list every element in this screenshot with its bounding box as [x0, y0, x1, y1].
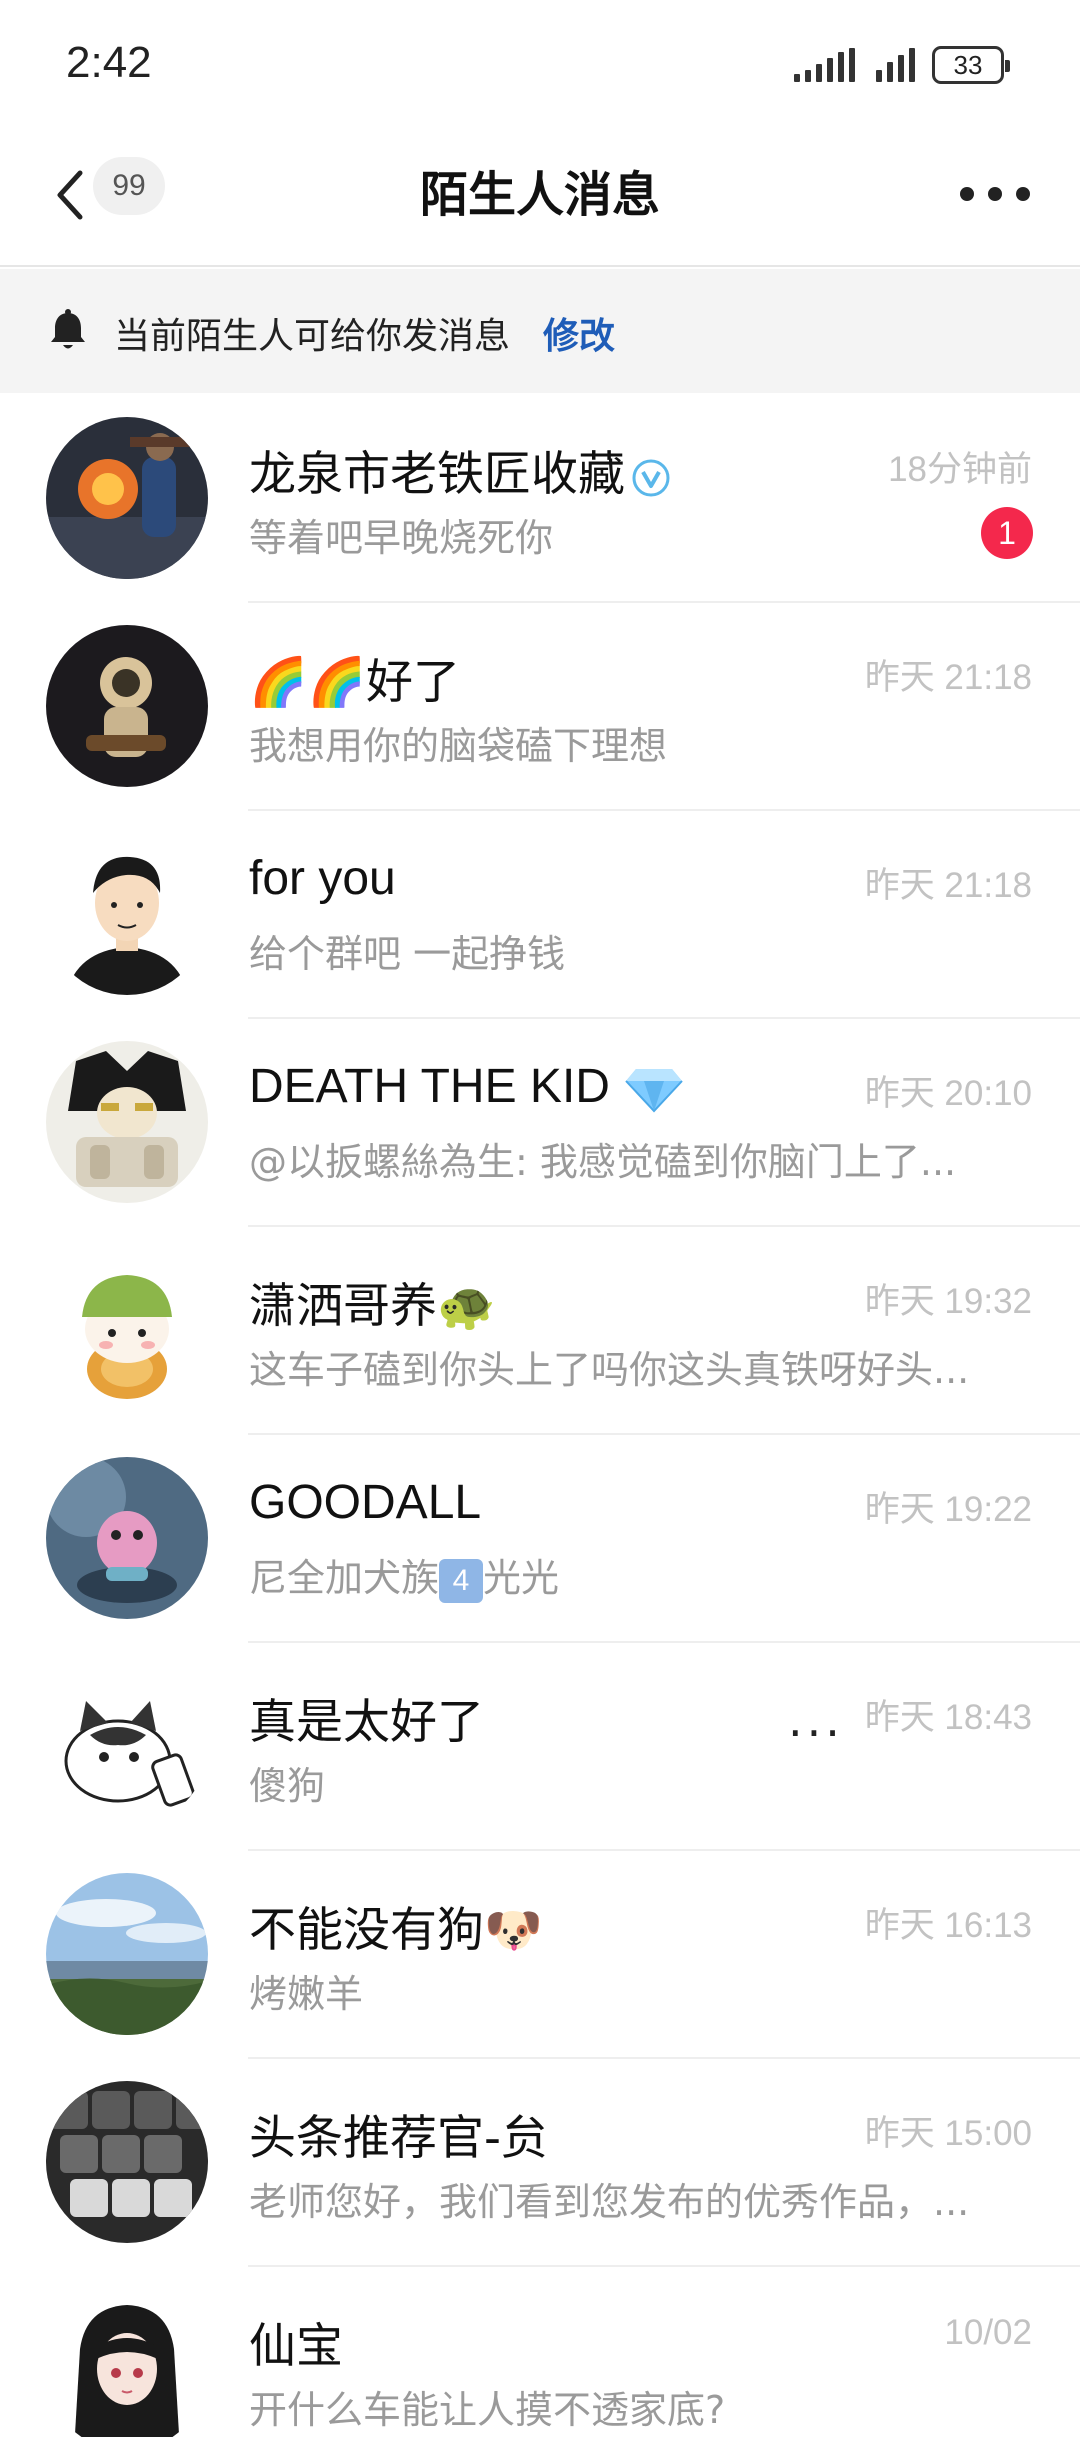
- message-time: 昨天 21:18: [864, 866, 1032, 905]
- message-time: 昨天 20:10: [864, 1074, 1032, 1113]
- message-preview: 老师您好，我们看到您发布的优秀作品，...: [249, 2180, 970, 2224]
- message-preview: 尼全加犬族 4 光光: [249, 1547, 1019, 1603]
- conversation-name: 仙宝: [249, 2319, 343, 2374]
- conversation-name: for you: [249, 852, 396, 905]
- conversation-row[interactable]: 真是太好了 ... 傻狗 昨天 18:43: [0, 1643, 1080, 1851]
- message-time: 昨天 15:00: [864, 2114, 1032, 2153]
- avatar: [46, 1457, 208, 1619]
- avatar: [46, 2081, 208, 2243]
- avatar: [46, 1665, 208, 1827]
- avatar: [46, 417, 208, 579]
- conversation-list: 龙泉市老铁匠收藏 等着吧早晚烧死你 18分钟前 1 🌈🌈好了 我想用你的脑袋磕下…: [0, 395, 1080, 2437]
- conversation-name: 🌈🌈好了: [249, 655, 461, 710]
- conversation-row[interactable]: 仙宝 开什么车能让人摸不透家底? 10/02: [0, 2267, 1080, 2437]
- message-time: 18分钟前: [888, 450, 1032, 489]
- conversation-row[interactable]: 🌈🌈好了 我想用你的脑袋磕下理想 昨天 21:18: [0, 603, 1080, 811]
- message-time: 昨天 18:43: [864, 1698, 1032, 1737]
- preview-text: 光光: [483, 1556, 560, 1600]
- conversation-row[interactable]: DEATH THE KID @以扳螺絲為生: 我感觉磕到你脑门上了... 昨天 …: [0, 1019, 1080, 1227]
- conversation-name: DEATH THE KID: [249, 1060, 610, 1113]
- message-preview: 傻狗: [249, 1764, 326, 1808]
- message-time: 昨天 19:22: [864, 1490, 1032, 1529]
- conversation-row[interactable]: GOODALL 尼全加犬族 4 光光 昨天 19:22: [0, 1435, 1080, 1643]
- navigation-header: 99 陌生人消息: [0, 135, 1080, 267]
- conversation-row[interactable]: for you 给个群吧 一起挣钱 昨天 21:18: [0, 811, 1080, 1019]
- unread-badge: 1: [981, 507, 1033, 559]
- name-ellipsis: ...: [788, 1693, 844, 1747]
- message-preview: 给个群吧 一起挣钱: [249, 932, 566, 976]
- conversation-row[interactable]: 头条推荐官-贠 老师您好，我们看到您发布的优秀作品，... 昨天 15:00: [0, 2059, 1080, 2267]
- message-preview: 等着吧早晚烧死你: [249, 516, 554, 560]
- battery-icon: 33: [932, 46, 1010, 84]
- message-preview: 烤嫩羊: [249, 1972, 364, 2016]
- modify-link[interactable]: 修改: [543, 307, 615, 359]
- message-time: 10/02: [944, 2313, 1032, 2352]
- conversation-row[interactable]: 龙泉市老铁匠收藏 等着吧早晚烧死你 18分钟前 1: [0, 395, 1080, 603]
- notice-text: 当前陌生人可给你发消息: [114, 316, 511, 357]
- stranger-message-notice: 当前陌生人可给你发消息 修改: [0, 269, 1080, 393]
- avatar: [46, 1249, 208, 1411]
- avatar: [46, 2289, 208, 2437]
- avatar: [46, 625, 208, 787]
- bell-icon: [51, 309, 85, 349]
- conversation-name: GOODALL: [249, 1476, 482, 1529]
- conversation-name: 潇洒哥养🐢: [249, 1279, 496, 1334]
- diamond-icon: [625, 1069, 683, 1113]
- message-time: 昨天 16:13: [864, 1906, 1032, 1945]
- message-time: 昨天 21:18: [864, 658, 1032, 697]
- signal-icon: [876, 48, 915, 82]
- message-preview: 开什么车能让人摸不透家底?: [249, 2388, 726, 2432]
- avatar: [46, 833, 208, 995]
- more-options-icon[interactable]: [960, 179, 1030, 209]
- message-preview: @以扳螺絲為生: 我感觉磕到你脑门上了...: [249, 1140, 957, 1184]
- verified-icon: [632, 459, 670, 496]
- page-title: 陌生人消息: [419, 167, 660, 223]
- conversation-name: 龙泉市老铁匠收藏: [249, 447, 625, 502]
- conversation-row[interactable]: 潇洒哥养🐢 这车子磕到你头上了吗你这头真铁呀好头... 昨天 19:32: [0, 1227, 1080, 1435]
- conversation-name: 头条推荐官-贠: [249, 2111, 548, 2166]
- message-preview: 这车子磕到你头上了吗你这头真铁呀好头...: [249, 1348, 970, 1392]
- message-time: 昨天 19:32: [864, 1282, 1032, 1321]
- status-bar: 2:42 33: [0, 0, 1080, 135]
- conversation-name: 真是太好了: [249, 1695, 484, 1750]
- keycap-number-badge: 4: [439, 1558, 484, 1603]
- signal-icon: [794, 48, 855, 82]
- avatar: [46, 1873, 208, 2035]
- message-preview: 我想用你的脑袋磕下理想: [249, 724, 668, 768]
- avatar: [46, 1041, 208, 1203]
- preview-text: 尼全加犬族: [249, 1556, 440, 1600]
- conversation-row[interactable]: 不能没有狗🐶 烤嫩羊 昨天 16:13: [0, 1851, 1080, 2059]
- status-time: 2:42: [66, 38, 152, 87]
- conversation-name: 不能没有狗🐶: [249, 1903, 543, 1958]
